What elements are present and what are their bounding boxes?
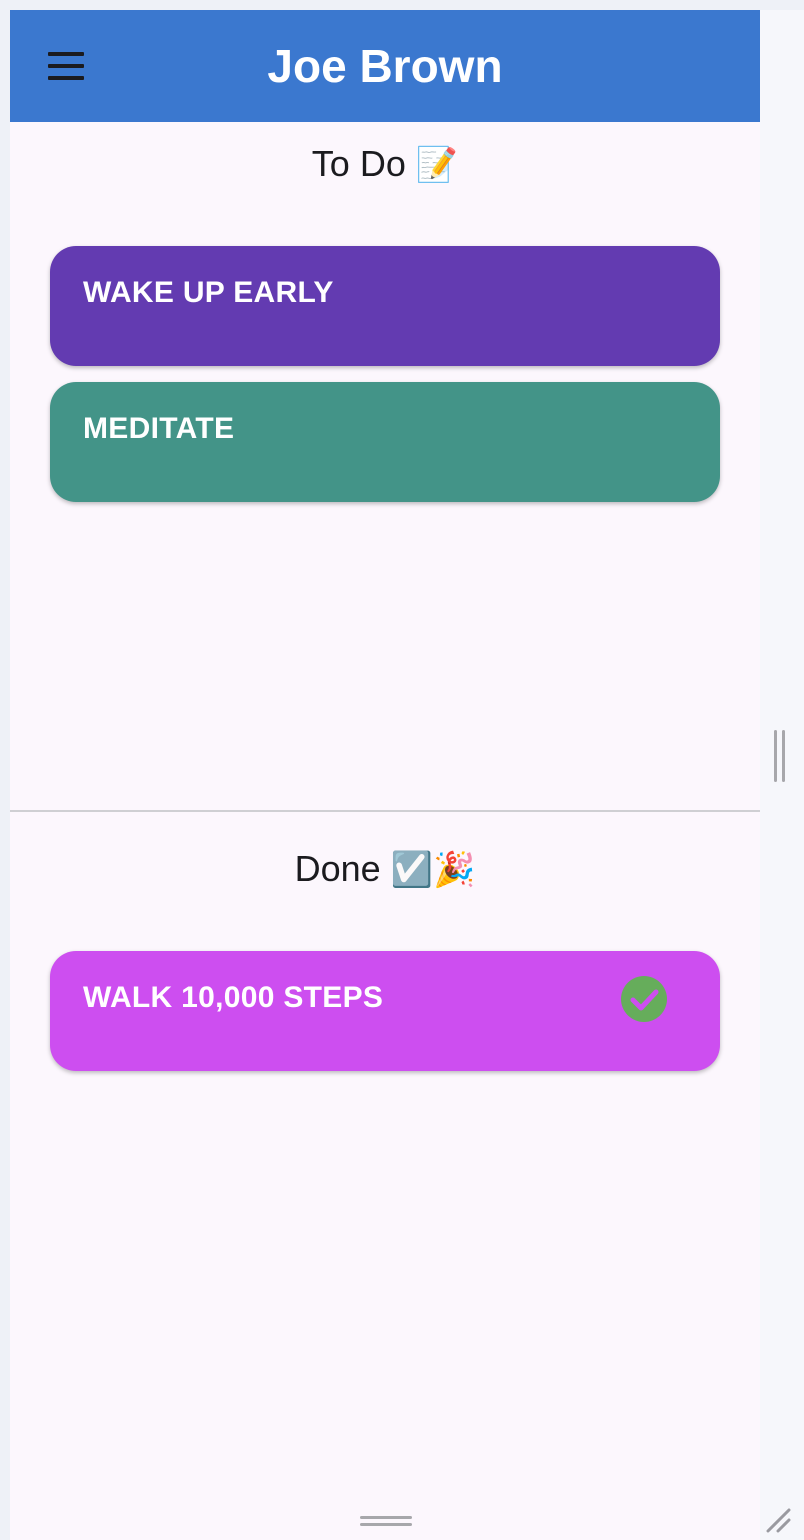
todo-section-title: To Do 📝 [10, 142, 760, 187]
done-title-text: Done [294, 848, 381, 889]
todo-card-label: WAKE UP EARLY [83, 276, 334, 309]
app-frame: Joe Brown To Do 📝 WAKE UP EARLY MEDITATE… [10, 10, 760, 1540]
check-circle-icon[interactable] [620, 975, 668, 1023]
section-divider [10, 810, 760, 812]
resize-grip-icon[interactable] [764, 1506, 794, 1534]
todo-card-label: MEDITATE [83, 412, 235, 445]
done-card-walk-10000-steps[interactable]: WALK 10,000 STEPS [50, 951, 720, 1071]
vertical-drag-handle[interactable] [774, 730, 786, 782]
done-section-title: Done ☑️🎉 [10, 847, 760, 892]
todo-card-wake-up-early[interactable]: WAKE UP EARLY [50, 246, 720, 366]
app-title: Joe Brown [267, 40, 503, 92]
memo-icon: 📝 [415, 145, 459, 185]
done-card-label: WALK 10,000 STEPS [83, 981, 384, 1014]
todo-card-meditate[interactable]: MEDITATE [50, 382, 720, 502]
app-bar: Joe Brown [10, 10, 760, 122]
horizontal-drag-handle[interactable] [360, 1514, 412, 1528]
todo-title-text: To Do [311, 143, 406, 184]
checkbox-party-icon: ☑️🎉 [390, 850, 476, 890]
